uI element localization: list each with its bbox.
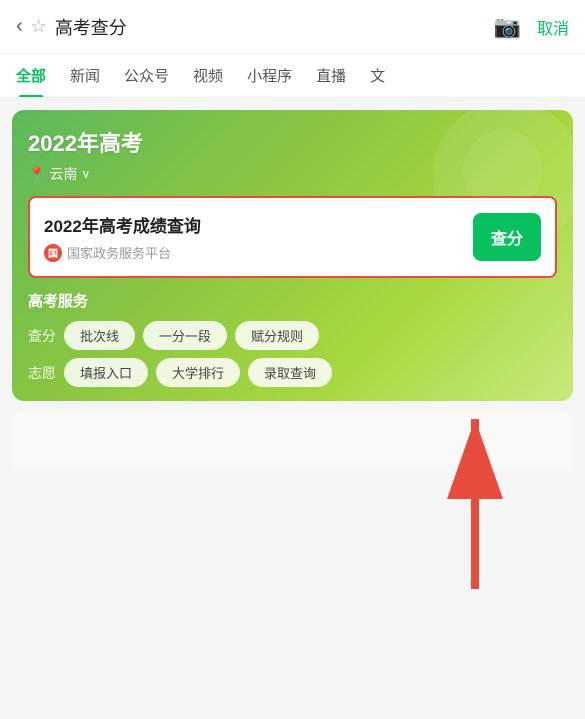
- query-card-left: 2022年高考成绩查询 国 国家政务服务平台: [44, 212, 473, 262]
- tab-news[interactable]: 新闻: [58, 54, 112, 98]
- tab-official-account[interactable]: 公众号: [112, 54, 181, 98]
- service-tag-admission-query[interactable]: 录取查询: [248, 358, 332, 387]
- tab-video[interactable]: 视频: [181, 54, 235, 98]
- source-icon: 国: [44, 244, 62, 262]
- services-title: 高考服务: [28, 290, 557, 311]
- tab-miniprogram[interactable]: 小程序: [235, 54, 304, 98]
- page-title: 高考查分: [55, 14, 127, 40]
- tab-all[interactable]: 全部: [4, 54, 58, 98]
- back-icon[interactable]: ‹: [16, 15, 23, 38]
- location-icon: 📍: [28, 166, 45, 183]
- service-tag-score-segment[interactable]: 一分一段: [143, 321, 227, 350]
- service-tag-university-ranking[interactable]: 大学排行: [156, 358, 240, 387]
- query-card-title: 2022年高考成绩查询: [44, 212, 473, 237]
- query-button[interactable]: 查分: [473, 213, 541, 261]
- camera-icon[interactable]: 📷: [494, 14, 521, 40]
- top-bar: ‹ ☆ 高考查分 📷 取消: [0, 0, 585, 54]
- source-name: 国家政务服务平台: [67, 243, 171, 262]
- services-row-1: 查分 批次线 一分一段 赋分规则: [28, 321, 557, 350]
- main-content: 2022年高考 📍 云南 ∨ 2022年高考成绩查询 国 国家政务服务平台 查分: [0, 98, 585, 483]
- bottom-card: [12, 411, 573, 471]
- tab-live[interactable]: 直播: [304, 54, 358, 98]
- banner-card: 2022年高考 📍 云南 ∨ 2022年高考成绩查询 国 国家政务服务平台 查分: [12, 110, 573, 401]
- location-name: 云南: [49, 164, 77, 184]
- service-tag-fill-entry[interactable]: 填报入口: [64, 358, 148, 387]
- banner-title: 2022年高考: [28, 126, 557, 158]
- star-icon[interactable]: ☆: [31, 16, 47, 37]
- services-row-2: 志愿 填报入口 大学排行 录取查询: [28, 358, 557, 387]
- tab-bar: 全部 新闻 公众号 视频 小程序 直播 文: [0, 54, 585, 98]
- query-card: 2022年高考成绩查询 国 国家政务服务平台 查分: [28, 196, 557, 278]
- top-bar-left: ‹ ☆ 高考查分: [16, 14, 127, 40]
- service-tag-grading-rules[interactable]: 赋分规则: [235, 321, 319, 350]
- location-dropdown-icon: ∨: [81, 167, 90, 181]
- service-label-score: 查分: [28, 326, 56, 346]
- cancel-button[interactable]: 取消: [537, 15, 569, 39]
- top-bar-right: 📷 取消: [494, 14, 569, 40]
- services-section: 高考服务 查分 批次线 一分一段 赋分规则 志愿 填报入口 大学排行 录取查: [28, 278, 557, 401]
- service-label-volunteer: 志愿: [28, 363, 56, 383]
- service-tag-batch[interactable]: 批次线: [64, 321, 135, 350]
- query-card-source: 国 国家政务服务平台: [44, 243, 473, 262]
- banner-location[interactable]: 📍 云南 ∨: [28, 164, 557, 184]
- services-grid: 查分 批次线 一分一段 赋分规则 志愿 填报入口 大学排行 录取查询: [28, 321, 557, 387]
- tab-article[interactable]: 文: [358, 54, 397, 98]
- page-wrapper: ‹ ☆ 高考查分 📷 取消 全部 新闻 公众号 视频 小程序 直播 文 2022…: [0, 0, 585, 719]
